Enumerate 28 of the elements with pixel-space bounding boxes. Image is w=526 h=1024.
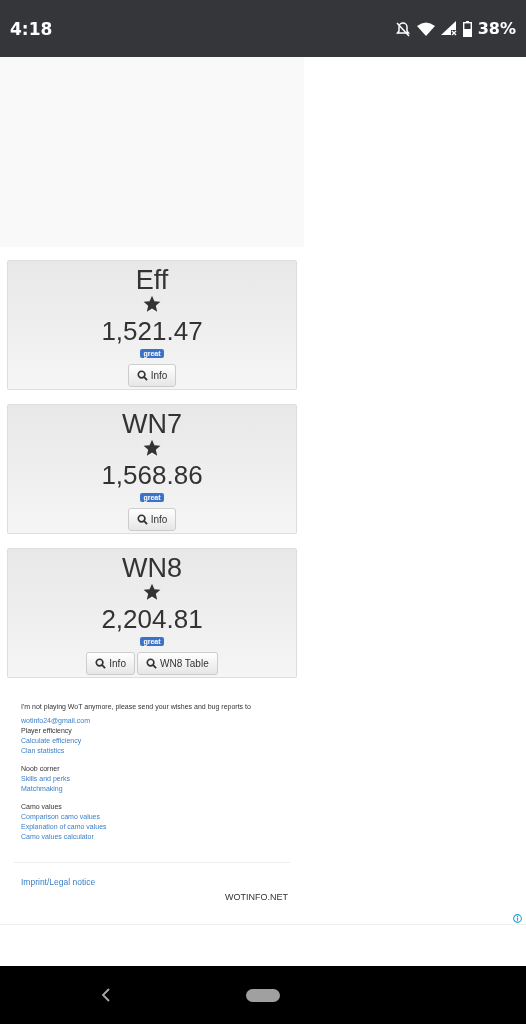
muted-bell-icon (394, 20, 411, 37)
signal-icon (440, 21, 457, 36)
rating-title: WN7 (122, 409, 182, 439)
wifi-icon (416, 21, 435, 36)
star-icon (143, 583, 161, 601)
rating-title: WN8 (122, 553, 182, 583)
site-name: WOTINFO.NET (225, 892, 289, 902)
rating-title: Eff (135, 265, 169, 295)
legal-link[interactable]: Imprint/Legal notice (21, 877, 526, 887)
battery-icon (462, 20, 472, 37)
info-button[interactable]: Info (127, 508, 177, 531)
rating-value: 1,568.86 (101, 459, 203, 491)
info-button[interactable]: Info (86, 652, 135, 675)
back-icon[interactable] (101, 988, 111, 1002)
info-button[interactable]: Info (127, 364, 177, 387)
search-icon (136, 370, 148, 381)
search-icon (95, 658, 107, 669)
battery-percent: 38% (477, 19, 516, 38)
rating-value: 1,521.47 (101, 315, 203, 347)
info-icon[interactable] (513, 914, 522, 923)
search-icon (145, 658, 157, 669)
search-icon (136, 514, 148, 525)
rating-value: 2,204.81 (101, 603, 203, 635)
home-handle[interactable] (246, 989, 280, 1002)
star-icon (143, 295, 161, 313)
info-button[interactable]: WN8 Table (136, 652, 218, 675)
clock-time: 4:18 (10, 18, 53, 39)
star-icon (143, 439, 161, 457)
